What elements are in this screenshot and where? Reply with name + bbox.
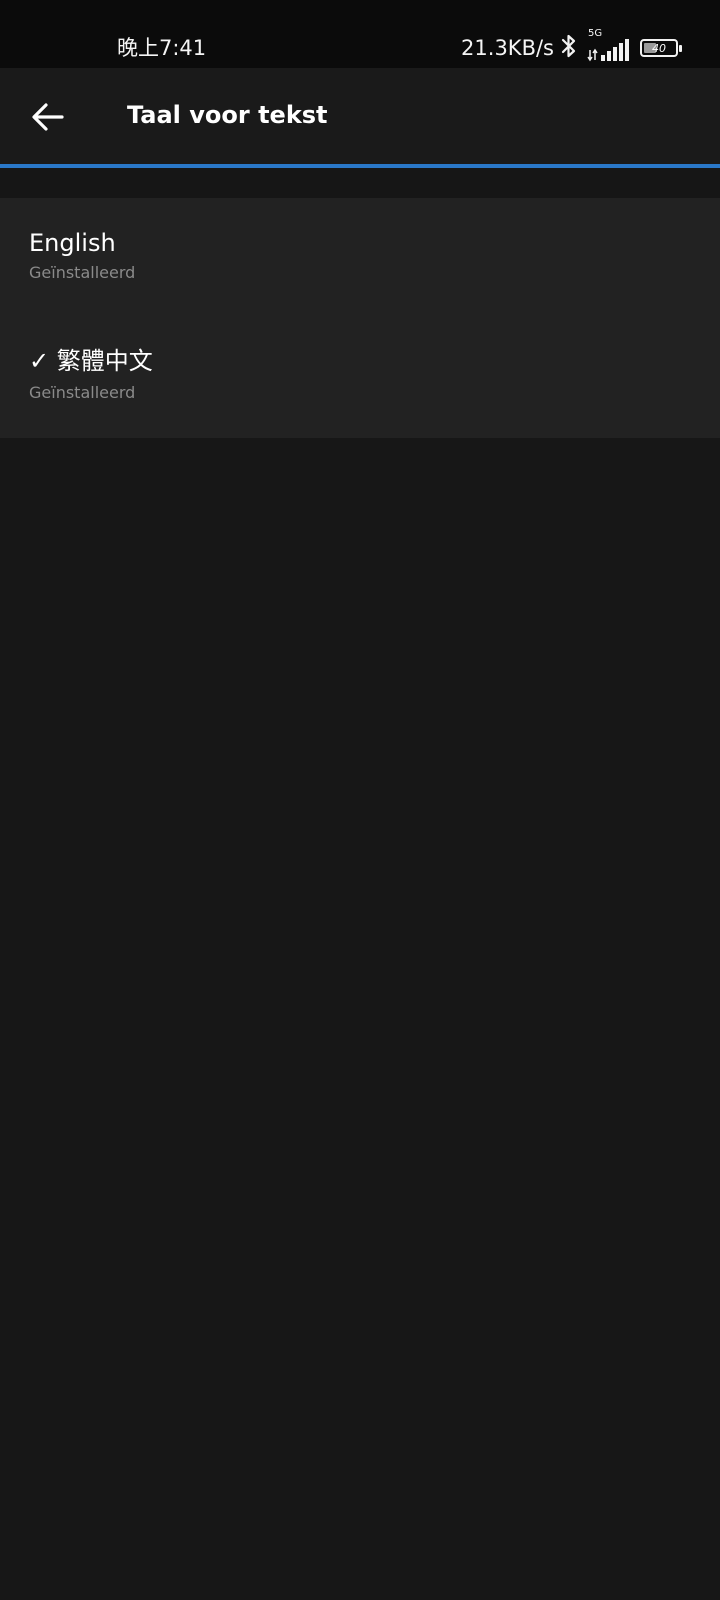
back-button[interactable]	[26, 95, 70, 139]
battery-icon: 40	[640, 39, 682, 57]
language-item-traditional-chinese[interactable]: ✓ 繁體中文 Geïnstalleerd	[0, 318, 720, 438]
app-bar: Taal voor tekst	[0, 68, 720, 166]
status-bar: 晚上7:41 21.3KB/s 5G 40	[0, 0, 720, 68]
language-list: English Geïnstalleerd ✓ 繁體中文 Geïnstallee…	[0, 198, 720, 438]
language-status: Geïnstalleerd	[29, 383, 136, 402]
page-title: Taal voor tekst	[127, 101, 328, 129]
language-name: English	[29, 229, 116, 257]
spacer	[0, 168, 720, 198]
language-name: ✓ 繁體中文	[29, 347, 153, 375]
status-time: 晚上7:41	[117, 36, 207, 60]
battery-level: 40	[652, 41, 666, 55]
signal-icon: 5G	[586, 28, 630, 62]
empty-content-area	[0, 438, 720, 1600]
arrow-left-icon	[26, 103, 70, 143]
bluetooth-icon	[560, 33, 578, 63]
status-icons: 21.3KB/s 5G 40	[461, 28, 682, 66]
language-status: Geïnstalleerd	[29, 263, 136, 282]
language-item-english[interactable]: English Geïnstalleerd	[0, 198, 720, 318]
network-speed: 21.3KB/s	[461, 36, 554, 60]
